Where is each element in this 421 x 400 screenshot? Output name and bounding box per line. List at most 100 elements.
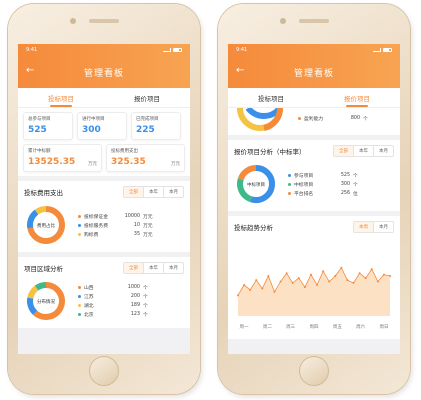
speaker <box>89 19 119 23</box>
stat-total-bid-amount[interactable]: 累计中标额 13525.35 万元 <box>23 144 102 172</box>
stat-total-projects[interactable]: 总参与项目 525 <box>23 112 73 140</box>
camera <box>70 18 76 24</box>
panel-title: 投标趋势分析 <box>234 224 273 232</box>
period-switch: 全部 本年 本月 <box>123 186 184 198</box>
stat-in-progress[interactable]: 进行中项目 300 <box>77 112 127 140</box>
partial-donut-arc <box>245 108 283 119</box>
period-month-button[interactable]: 本月 <box>163 263 183 273</box>
x-tick-label: 周六 <box>356 323 365 330</box>
trend-point <box>346 279 349 282</box>
legend-dot <box>78 295 81 298</box>
status-time: 9:41 <box>236 47 248 53</box>
donut-slice <box>27 285 39 299</box>
trend-point <box>297 277 300 280</box>
period-month-button[interactable]: 本月 <box>163 187 183 197</box>
trend-point <box>267 275 270 278</box>
legend-dot <box>78 304 81 307</box>
stat-completed[interactable]: 已完成项目 225 <box>131 112 181 140</box>
legend-dot <box>78 214 81 218</box>
trend-point <box>364 277 367 280</box>
period-month-button[interactable]: 本月 <box>373 222 393 232</box>
nav-bar: ← 管理看板 <box>228 56 400 88</box>
legend-item: 湖北 189 个 <box>78 301 184 310</box>
trend-area-fill <box>238 267 390 316</box>
period-month-button[interactable]: 本月 <box>373 146 393 156</box>
x-tick-label: 周三 <box>286 324 295 330</box>
speaker <box>299 19 329 23</box>
legend-item: 中标项目 300 个 <box>288 180 394 189</box>
legend-item: 江苏 200 个 <box>78 292 184 301</box>
stat-bid-cost[interactable]: 投标费用支出 325.35 万元 <box>106 144 185 172</box>
tab-bid-projects[interactable]: 投标项目 <box>228 88 314 107</box>
trend-point <box>382 273 385 276</box>
battery-icon <box>383 48 392 52</box>
legend-dot <box>78 223 81 227</box>
legend-dot <box>288 173 291 177</box>
phone-right: 9:41 ← 管理看板 投标项目 报价项目 盈利能力 800 个 报价项目分析（… <box>218 4 410 394</box>
screen-left: 9:41 ← 管理看板 投标项目 报价项目 总参与项目 525 进行中项目 30… <box>18 44 190 354</box>
legend-item: 山西 1000 个 <box>78 283 184 292</box>
legend-item: 平台排名 256 位 <box>288 189 394 198</box>
camera <box>280 18 286 24</box>
tab-quote-projects[interactable]: 报价项目 <box>314 88 400 107</box>
signal-icon <box>163 48 171 52</box>
trend-point <box>358 272 361 275</box>
legend: 投标保证金 10000 万元 投标服务费 10 万元 购标费 35 万元 <box>78 212 184 239</box>
x-tick-label: 周二 <box>263 324 272 330</box>
donut-slice <box>34 206 47 215</box>
quote-donut-chart: 中标项目 <box>237 165 275 203</box>
header: 9:41 ← 管理看板 <box>228 44 400 88</box>
legend-item: 北京 123 个 <box>78 310 184 319</box>
trend-panel: 投标趋势分析 本周 本月 周一 周二 周三 周四 周五 周六 周日 <box>228 216 400 339</box>
period-year-button[interactable]: 本年 <box>143 187 163 197</box>
trend-point <box>389 275 391 278</box>
legend-item: 购标费 35 万元 <box>78 230 184 239</box>
period-year-button[interactable]: 本年 <box>143 263 163 273</box>
period-all-button[interactable]: 全部 <box>124 263 143 273</box>
partial-donut-chart <box>237 108 283 131</box>
panel-title: 报价项目分析（中标率） <box>234 148 306 156</box>
x-tick-label: 周一 <box>240 324 249 330</box>
region-donut-chart: 分布情况 <box>27 282 65 320</box>
scrolled-panel-remnant: 盈利能力 800 个 <box>228 108 400 135</box>
nav-bar: ← 管理看板 <box>18 56 190 88</box>
legend-item: 参与项目 525 个 <box>288 171 394 180</box>
trend-point <box>255 279 258 282</box>
trend-point <box>243 284 246 286</box>
period-week-button[interactable]: 本周 <box>354 222 373 232</box>
period-year-button[interactable]: 本年 <box>353 146 373 156</box>
trend-area-chart: 周一 周二 周三 周四 周五 周六 周日 <box>237 266 391 330</box>
page-title: 管理看板 <box>293 68 334 79</box>
legend-item: 投标保证金 10000 万元 <box>78 212 184 221</box>
trend-point <box>334 275 337 278</box>
tab-bid-projects[interactable]: 投标项目 <box>18 88 104 107</box>
home-button[interactable] <box>89 356 119 386</box>
period-all-button[interactable]: 全部 <box>124 187 143 197</box>
home-button[interactable] <box>299 356 329 386</box>
trend-point <box>249 288 252 291</box>
cost-donut-chart: 费用占比 <box>27 206 65 244</box>
x-tick-label: 周五 <box>333 324 342 330</box>
trend-point <box>328 280 331 283</box>
panel-title: 项目区域分析 <box>24 265 63 273</box>
period-all-button[interactable]: 全部 <box>334 146 353 156</box>
x-tick-label: 周四 <box>310 324 319 330</box>
quote-panel: 报价项目分析（中标率） 全部 本年 本月 中标项目 参与项目 525 个 中标项… <box>228 140 400 211</box>
back-arrow-icon[interactable]: ← <box>26 65 34 77</box>
status-time: 9:41 <box>26 47 38 53</box>
tab-quote-projects[interactable]: 报价项目 <box>104 88 190 107</box>
trend-point <box>279 280 282 283</box>
tab-bar: 投标项目 报价项目 <box>228 88 400 108</box>
page-title: 管理看板 <box>83 68 124 79</box>
legend-item: 盈利能力 800 个 <box>298 114 368 123</box>
donut-slice <box>34 282 47 291</box>
trend-point <box>237 294 239 297</box>
donut-center-label: 分布情况 <box>37 298 55 305</box>
period-switch: 本周 本月 <box>353 221 394 233</box>
donut-center-label: 中标项目 <box>247 181 265 188</box>
back-arrow-icon[interactable]: ← <box>236 65 244 77</box>
donut-center-label: 费用占比 <box>37 222 55 229</box>
stats-grid: 总参与项目 525 进行中项目 300 已完成项目 225 累计中标额 1352… <box>18 108 190 176</box>
legend-dot <box>288 191 291 195</box>
legend-dot <box>288 182 291 186</box>
